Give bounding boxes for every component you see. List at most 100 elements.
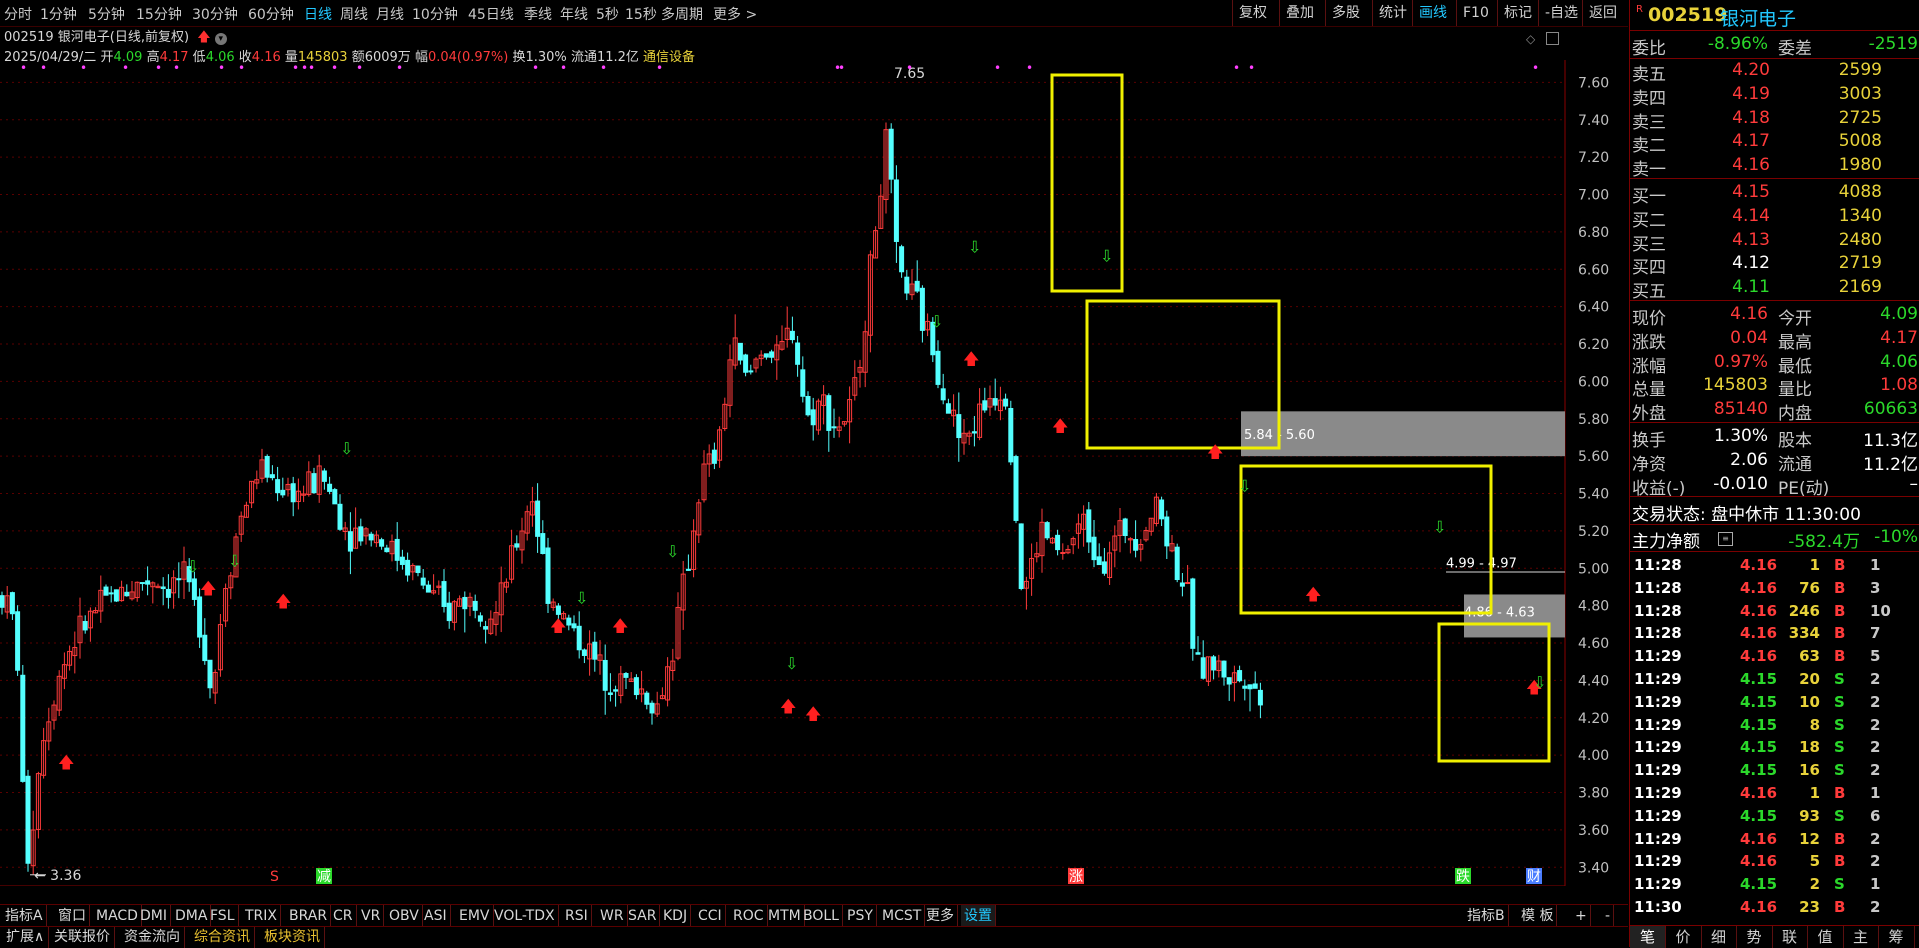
kline-chart[interactable]: 7.60 7.40 7.20 7.00 6.80 6.60 6.40 6.20 6.00 5.80… <box>0 60 1628 886</box>
tool-button-5[interactable]: F10 <box>1456 0 1495 26</box>
period-tab-15[interactable]: 多周期 <box>661 4 703 24</box>
highlight-box[interactable] <box>1239 464 1493 615</box>
tick-row-2: 11:28 4.16 246 B 10 <box>1630 600 1919 623</box>
settings-box-icon[interactable] <box>1546 32 1559 45</box>
indicator-tab-4[interactable]: DMA <box>172 905 212 927</box>
period-tab-5[interactable]: 60分钟 <box>248 4 294 24</box>
period-tab-1[interactable]: 1分钟 <box>40 4 77 24</box>
panel-tab-4[interactable]: 联 <box>1772 926 1808 948</box>
stock-code: 002519 <box>1648 4 1728 26</box>
event-marker-label[interactable]: 涨 <box>1069 869 1083 885</box>
indicator-tab-14[interactable]: RSI <box>562 905 592 927</box>
period-tab-7[interactable]: 周线 <box>340 4 368 24</box>
indicator-tab-20[interactable]: MTM <box>765 905 805 927</box>
diamond-icon[interactable]: ◇ <box>1526 32 1535 46</box>
bid-row-2[interactable]: 买三 4.13 2480 <box>1630 230 1919 255</box>
main-net-row[interactable]: 主力净额 ≡ -582.4万 -10% <box>1630 527 1919 552</box>
period-tab-8[interactable]: 月线 <box>376 4 404 24</box>
panel-tab-7[interactable]: 筹 <box>1879 926 1915 948</box>
indicator-right-1[interactable]: 模 板 <box>1518 905 1558 927</box>
tool-button-8[interactable]: 返回 <box>1582 0 1623 26</box>
bid-row-1[interactable]: 买二 4.14 1340 <box>1630 206 1919 231</box>
period-tab-4[interactable]: 30分钟 <box>192 4 238 24</box>
tick-count: 2 <box>1870 715 1881 734</box>
panel-tab-1[interactable]: 价 <box>1666 926 1702 948</box>
indicator-tab-8[interactable]: CR <box>330 905 357 927</box>
candle-body <box>919 287 925 331</box>
indicator-tab-15[interactable]: WR <box>597 905 628 927</box>
panel-tab-0[interactable]: 笔 <box>1630 926 1666 948</box>
tool-button-4[interactable]: 画线 <box>1412 0 1453 26</box>
indicator-tab-22[interactable]: PSY <box>844 905 877 927</box>
indicator-tab-24[interactable]: 更多 <box>923 905 958 927</box>
period-tab-16[interactable]: 更多 > <box>713 4 757 24</box>
sell-arrow-icon: ⇩ <box>340 439 353 458</box>
period-tab-10[interactable]: 45日线 <box>468 4 514 24</box>
bid-row-4[interactable]: 买五 4.11 2169 <box>1630 277 1919 302</box>
indicator-tab-21[interactable]: BOLL <box>800 905 843 927</box>
tool-button-2[interactable]: 多股 <box>1325 0 1366 26</box>
period-tab-9[interactable]: 10分钟 <box>412 4 458 24</box>
tool-button-1[interactable]: 叠加 <box>1279 0 1320 26</box>
y-tick-label: 4.40 <box>1578 673 1609 689</box>
indicator-tab-25[interactable]: 设置 <box>961 905 996 927</box>
indicator-tab-1[interactable]: 窗口 <box>55 905 90 927</box>
event-marker-label[interactable]: S <box>270 869 279 885</box>
indicator-tab-11[interactable]: ASI <box>421 905 451 927</box>
event-marker-label[interactable]: 财 <box>1527 869 1541 885</box>
extension-tab-0[interactable]: 扩展∧ <box>2 927 50 948</box>
indicator-tab-16[interactable]: SAR <box>625 905 661 927</box>
ask-row-3[interactable]: 卖二 4.17 5008 <box>1630 131 1919 156</box>
tick-price: 4.15 <box>1740 692 1778 711</box>
period-tab-11[interactable]: 季线 <box>524 4 552 24</box>
indicator-tab-9[interactable]: VR <box>358 905 385 927</box>
zone-price-label: 4.99 - 4.97 <box>1446 557 1517 572</box>
event-marker-label[interactable]: 减 <box>317 869 331 885</box>
panel-tab-5[interactable]: 值 <box>1808 926 1844 948</box>
indicator-tab-5[interactable]: FSL <box>207 905 239 927</box>
indicator-tab-3[interactable]: DMI <box>137 905 171 927</box>
bid-row-3[interactable]: 买四 4.12 2719 <box>1630 253 1919 278</box>
panel-tab-3[interactable]: 势 <box>1737 926 1773 948</box>
panel-tab-2[interactable]: 细 <box>1701 926 1737 948</box>
period-tab-2[interactable]: 5分钟 <box>88 4 125 24</box>
period-tab-14[interactable]: 15秒 <box>625 4 657 24</box>
extension-tab-2[interactable]: 资金流向 <box>120 927 185 948</box>
extension-tab-3[interactable]: 综合资讯 <box>190 927 255 948</box>
ask-row-0[interactable]: 卖五 4.20 2599 <box>1630 60 1919 85</box>
indicator-right-2[interactable]: + <box>1572 905 1591 927</box>
indicator-tab-10[interactable]: OBV <box>386 905 423 927</box>
indicator-tab-12[interactable]: EMV <box>456 905 494 927</box>
ask-row-1[interactable]: 卖四 4.19 3003 <box>1630 84 1919 109</box>
indicator-right-0[interactable]: 指标B <box>1464 905 1509 927</box>
period-tab-0[interactable]: 分时 <box>4 4 32 24</box>
panel-tab-6[interactable]: 主 <box>1843 926 1879 948</box>
indicator-tab-17[interactable]: KDJ <box>660 905 692 927</box>
indicator-tab-0[interactable]: 指标A <box>2 905 47 927</box>
bid-row-0[interactable]: 买一 4.15 4088 <box>1630 182 1919 207</box>
dropdown-icon[interactable]: ▾ <box>214 33 227 45</box>
tick-direction: B <box>1834 556 1846 574</box>
ask-row-4[interactable]: 卖一 4.16 1980 <box>1630 155 1919 180</box>
tool-button-0[interactable]: 复权 <box>1232 0 1273 26</box>
indicator-right-3[interactable]: - <box>1602 905 1615 927</box>
indicator-tab-7[interactable]: BRAR <box>286 905 332 927</box>
tool-button-7[interactable]: -自选 <box>1538 0 1584 26</box>
extension-tab-1[interactable]: 关联报价 <box>50 927 115 948</box>
indicator-tab-6[interactable]: TRIX <box>242 905 281 927</box>
indicator-tab-13[interactable]: VOL-TDX <box>491 905 559 927</box>
period-tab-3[interactable]: 15分钟 <box>136 4 182 24</box>
period-tab-6[interactable]: 日线 <box>304 4 332 24</box>
ask-row-2[interactable]: 卖三 4.18 2725 <box>1630 108 1919 133</box>
period-tab-13[interactable]: 5秒 <box>596 4 619 24</box>
event-marker-label[interactable]: 跌 <box>1456 869 1470 885</box>
tool-button-3[interactable]: 统计 <box>1372 0 1413 26</box>
tool-button-6[interactable]: 标记 <box>1497 0 1538 26</box>
period-tab-12[interactable]: 年线 <box>560 4 588 24</box>
indicator-tab-2[interactable]: MACD <box>93 905 142 927</box>
table-icon[interactable]: ≡ <box>1718 532 1733 546</box>
indicator-tab-19[interactable]: ROC <box>730 905 768 927</box>
indicator-tab-18[interactable]: CCI <box>695 905 726 927</box>
extension-tab-4[interactable]: 板块资讯 <box>260 927 325 948</box>
indicator-tab-23[interactable]: MCST <box>879 905 926 927</box>
